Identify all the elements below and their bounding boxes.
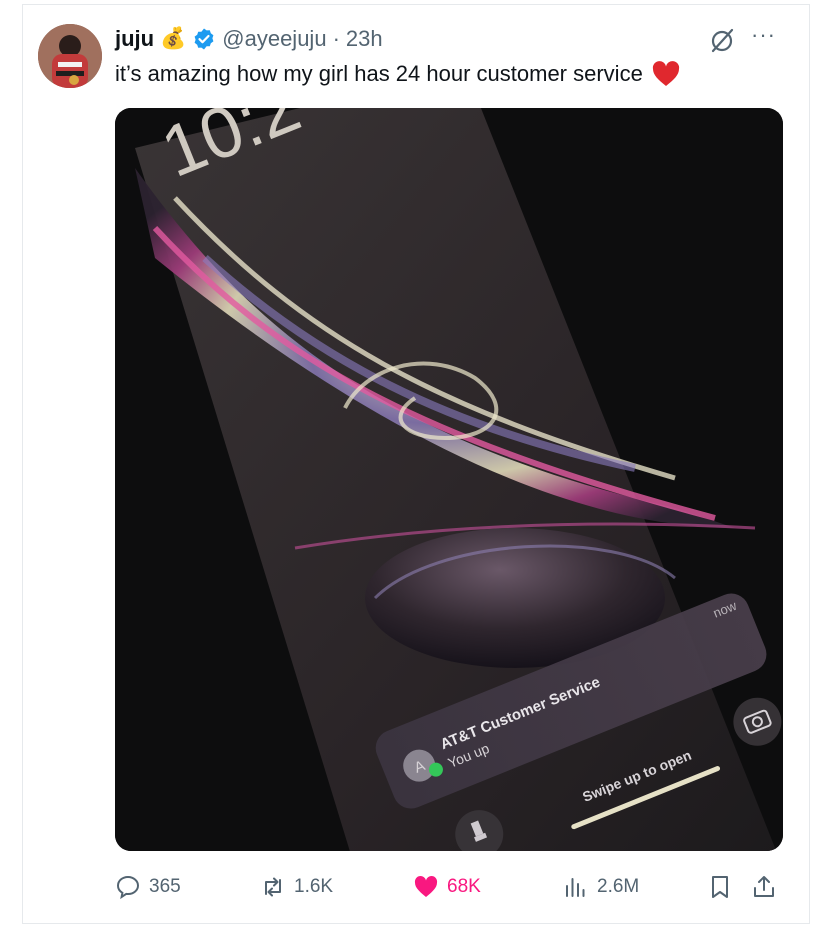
- like-button[interactable]: 68K: [413, 870, 481, 904]
- more-options-icon[interactable]: ···: [751, 22, 776, 48]
- reply-count: 365: [149, 876, 181, 897]
- views-count: 2.6M: [597, 876, 640, 897]
- like-count: 68K: [447, 876, 481, 897]
- avatar-image: [38, 24, 102, 88]
- avatar[interactable]: [38, 24, 102, 88]
- heart-icon: [414, 876, 438, 897]
- phone-lockscreen-photo: 10:2 A AT&T Customer Service You up now …: [115, 108, 783, 851]
- verified-badge-icon[interactable]: [192, 27, 216, 51]
- tweet-header: juju 💰 @ayeejuju · 23h: [115, 24, 383, 54]
- share-button[interactable]: [751, 870, 777, 904]
- tweet-actions: 365 1.6K 68K 2.6M: [115, 870, 783, 904]
- tweet-body: it’s amazing how my girl has 24 hour cus…: [115, 61, 680, 87]
- separator-dot: ·: [332, 26, 340, 51]
- views-chart-icon: [566, 878, 585, 897]
- bookmark-icon: [712, 876, 728, 898]
- repost-icon: [265, 877, 281, 897]
- grok-icon[interactable]: [707, 26, 737, 56]
- repost-count: 1.6K: [294, 876, 334, 897]
- views-button[interactable]: 2.6M: [563, 870, 639, 904]
- red-heart-icon: [652, 61, 679, 86]
- tweet-photo[interactable]: 10:2 A AT&T Customer Service You up now …: [115, 108, 783, 851]
- repost-button[interactable]: 1.6K: [260, 870, 333, 904]
- reply-button[interactable]: 365: [115, 870, 181, 904]
- bookmark-button[interactable]: [707, 870, 733, 904]
- money-bag-icon: 💰: [160, 27, 187, 50]
- reply-icon: [116, 875, 140, 900]
- author-name[interactable]: juju: [115, 26, 154, 52]
- post-time[interactable]: 23h: [346, 26, 383, 52]
- author-handle[interactable]: @ayeejuju: [222, 26, 326, 52]
- tweet-text: it’s amazing how my girl has 24 hour cus…: [115, 61, 643, 86]
- share-icon: [754, 876, 774, 897]
